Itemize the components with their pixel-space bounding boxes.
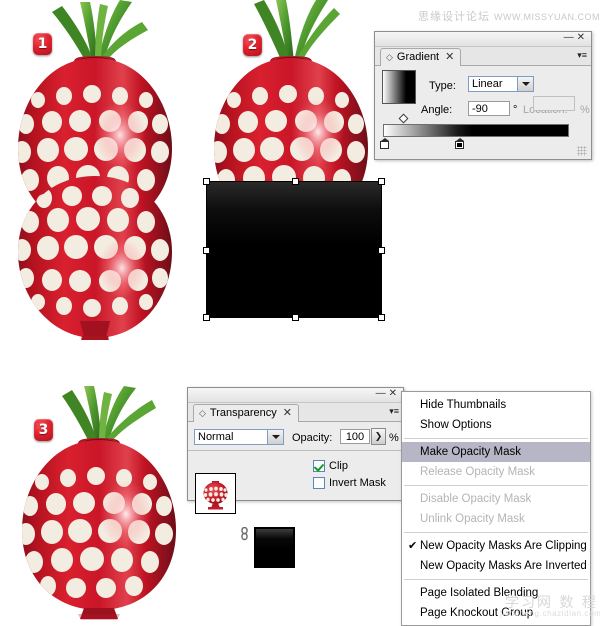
- step-badge-1: 1: [33, 33, 52, 55]
- transparency-panel-menu-icon[interactable]: ▾≡: [385, 405, 399, 417]
- minimize-icon[interactable]: —: [376, 388, 389, 399]
- menu-item-unlink-opacity-mask: Unlink Opacity Mask: [420, 513, 525, 525]
- panel-divider: [188, 450, 401, 451]
- angle-label: Angle:: [421, 104, 453, 116]
- invert-mask-checkbox[interactable]: [313, 477, 325, 489]
- menu-separator: [404, 579, 588, 580]
- transparency-panel-window-buttons[interactable]: —✕: [376, 388, 400, 400]
- opacity-label: Opacity:: [292, 432, 333, 444]
- invert-mask-checkbox-row[interactable]: Invert Mask: [313, 477, 386, 489]
- gradient-ramp-area[interactable]: [375, 113, 589, 158]
- watermark-top: 思缘设计论坛 WWW.MISSYUAN.COM: [418, 8, 600, 24]
- gradient-type-value: Linear: [472, 78, 503, 90]
- menu-item-show-options[interactable]: Show Options: [402, 415, 590, 435]
- tab-gradient-label: Gradient: [396, 51, 440, 63]
- clip-checkbox-row[interactable]: Clip: [313, 460, 386, 472]
- transparency-panel-tabrow: ◇ Transparency ✕ ▾≡: [188, 403, 403, 422]
- menu-item-new-masks-clipping-label: New Opacity Masks Are Clipping: [420, 540, 587, 552]
- opacity-mask-thumbnail[interactable]: [254, 527, 295, 568]
- opacity-input[interactable]: 100: [340, 429, 370, 444]
- vase-highlight-1: [94, 101, 146, 169]
- menu-item-release-opacity-mask: Release Opacity Mask: [420, 466, 536, 478]
- gradient-panel-body: Type: Linear Angle: -90 ° Location: %: [375, 66, 591, 158]
- menu-item-hide-thumbnails[interactable]: Hide Thumbnails: [402, 395, 590, 415]
- clip-label: Clip: [329, 460, 348, 472]
- step-badge-3: 3: [34, 419, 53, 441]
- menu-separator: [404, 438, 588, 439]
- menu-separator: [404, 532, 588, 533]
- tab-transparency[interactable]: ◇ Transparency ✕: [193, 404, 299, 422]
- menu-item-new-masks-inverted[interactable]: New Opacity Masks Are Inverted: [402, 556, 590, 576]
- tab-transparency-label: Transparency: [209, 407, 277, 419]
- vase-highlight-3: [100, 480, 152, 548]
- vase-highlight-2: [292, 98, 344, 166]
- panel-grip-icon: ◇: [199, 408, 206, 418]
- gradient-panel-titlebar[interactable]: —✕: [375, 32, 591, 47]
- blend-mode-value: Normal: [198, 431, 234, 443]
- mask-options: Clip Invert Mask: [313, 460, 386, 494]
- angle-unit: °: [513, 104, 518, 116]
- opacity-unit: %: [389, 432, 399, 444]
- transparency-panel-flyout-menu[interactable]: Hide Thumbnails Show Options Make Opacit…: [401, 391, 591, 626]
- artwork-thumbnail[interactable]: [195, 473, 236, 514]
- chevron-down-icon[interactable]: [267, 429, 284, 445]
- step-badge-2: 2: [243, 34, 262, 56]
- gradient-midpoint-marker[interactable]: [398, 113, 409, 124]
- close-icon[interactable]: ✕: [577, 32, 588, 43]
- gradient-panel-window-buttons[interactable]: —✕: [564, 32, 588, 44]
- minimize-icon[interactable]: —: [564, 32, 577, 43]
- watermark-top-cn: 思缘设计论坛: [418, 10, 490, 23]
- gradient-stop-white[interactable]: [380, 138, 389, 149]
- artwork-vase-step2[interactable]: [196, 0, 386, 200]
- plant-leaves-3: [62, 386, 156, 444]
- menu-separator: [404, 485, 588, 486]
- clip-checkbox[interactable]: [313, 460, 325, 472]
- watermark-top-url: WWW.MISSYUAN.COM: [494, 12, 600, 22]
- menu-item-new-masks-clipping[interactable]: ✔ New Opacity Masks Are Clipping: [402, 536, 590, 556]
- gradient-filled-rectangle[interactable]: [206, 181, 382, 318]
- plant-leaves-2: [254, 0, 340, 62]
- gradient-stop-black[interactable]: [455, 138, 464, 149]
- tab-gradient[interactable]: ◇ Gradient ✕: [380, 48, 462, 66]
- location-unit: %: [580, 104, 590, 116]
- chevron-down-icon[interactable]: [517, 76, 534, 92]
- panel-resize-grip-icon[interactable]: [577, 146, 587, 156]
- gradient-panel-tabrow: ◇ Gradient ✕ ▾≡: [375, 47, 591, 66]
- check-icon: ✔: [408, 540, 418, 552]
- blend-mode-select[interactable]: Normal: [194, 429, 284, 445]
- transparency-panel-titlebar[interactable]: —✕: [188, 388, 403, 403]
- close-icon[interactable]: ✕: [389, 388, 400, 399]
- menu-item-disable-opacity-mask: Disable Opacity Mask: [420, 493, 532, 505]
- gradient-type-select[interactable]: Linear: [468, 76, 534, 92]
- type-label: Type:: [429, 80, 456, 92]
- watermark-bottom-url: jiaocheng.chazidian.com: [500, 609, 600, 618]
- panel-grip-icon: ◇: [386, 52, 393, 62]
- gradient-ramp[interactable]: [383, 124, 569, 137]
- tab-close-icon[interactable]: ✕: [445, 49, 454, 66]
- transparency-panel-body: Normal Opacity: 100 ❯ % Clip Invert Mask: [188, 422, 403, 568]
- location-input-box: [533, 96, 575, 111]
- plant-leaves-1: [52, 0, 148, 62]
- menu-item-make-opacity-mask[interactable]: Make Opacity Mask: [402, 442, 590, 462]
- chain-link-icon[interactable]: [240, 526, 249, 541]
- artwork-vase-step1[interactable]: [0, 0, 190, 340]
- gradient-preview-swatch[interactable]: [382, 70, 416, 104]
- tab-close-icon[interactable]: ✕: [283, 405, 292, 422]
- vase-reflection-3: [78, 614, 120, 620]
- transparency-panel[interactable]: —✕ ◇ Transparency ✕ ▾≡ Normal Opacity: 1…: [187, 387, 404, 568]
- opacity-stepper[interactable]: ❯: [371, 428, 386, 445]
- artwork-vase-step3[interactable]: [4, 382, 194, 620]
- angle-input[interactable]: -90: [468, 101, 510, 116]
- invert-mask-label: Invert Mask: [329, 477, 386, 489]
- gradient-panel-menu-icon[interactable]: ▾≡: [573, 49, 587, 61]
